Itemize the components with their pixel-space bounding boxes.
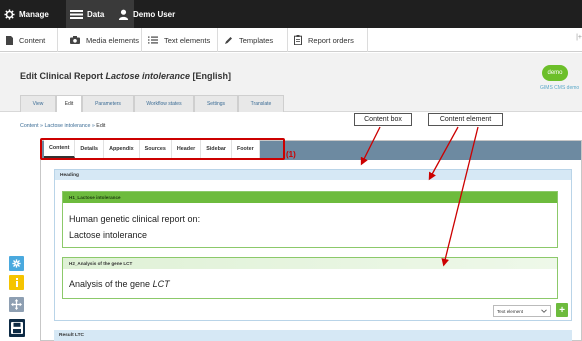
element-label: H2_Analysis of the gene LCT <box>63 258 557 269</box>
title-prefix: Edit Clinical Report <box>20 71 106 81</box>
tab-view[interactable]: View <box>20 95 56 112</box>
nav-text-elements[interactable]: Text elements <box>142 28 218 52</box>
move-icon <box>11 299 22 310</box>
toolbar-move-button[interactable] <box>9 297 24 312</box>
toolbar-save-button[interactable] <box>9 319 25 337</box>
toolbar-info-button[interactable] <box>9 275 24 290</box>
tab-edit[interactable]: Edit <box>56 95 82 112</box>
page-title: Edit Clinical Report Lactose intolerance… <box>20 71 231 81</box>
page-header: Edit Clinical Report Lactose intolerance… <box>0 53 582 112</box>
tabs-highlight-frame <box>40 138 285 160</box>
breadcrumb-root[interactable]: Content <box>20 123 39 129</box>
tab-settings[interactable]: Settings <box>194 95 238 112</box>
breadcrumb-item[interactable]: Lactose intolerance <box>44 123 90 129</box>
data-label: Data <box>87 9 105 19</box>
user-label: Demo User <box>133 9 176 19</box>
callout-content-box: Content box <box>354 113 412 126</box>
element-gene-name: LCT <box>152 279 170 289</box>
list-icon <box>148 36 158 44</box>
document-icon <box>6 35 13 45</box>
title-language: [English] <box>190 71 232 81</box>
add-element-button[interactable]: + <box>556 303 568 317</box>
nav-text-label: Text elements <box>164 35 211 45</box>
info-icon <box>15 278 18 287</box>
callout-content-element: Content element <box>428 113 503 126</box>
nav-reports-label: Report orders <box>308 35 354 45</box>
toolbar-settings-button[interactable] <box>9 256 24 271</box>
chevron-down-icon <box>541 309 547 313</box>
title-report-name: Lactose intolerance <box>105 71 191 81</box>
demo-logo: demo <box>542 65 568 81</box>
tab-parameters[interactable]: Parameters <box>82 95 134 112</box>
annotation-marker: (1) <box>286 150 296 159</box>
element-type-value: Text element <box>497 308 524 314</box>
gear-icon <box>4 8 15 20</box>
breadcrumb: Content » Lactose intolerance » Edit <box>20 123 105 129</box>
result-box-heading: Result LTC <box>54 330 572 341</box>
user-icon <box>118 9 129 20</box>
nav-content[interactable]: Content <box>0 28 58 52</box>
nav-overflow-indicator[interactable]: |+ <box>576 34 582 41</box>
manage-menu[interactable]: Manage <box>4 0 49 28</box>
tab-translate[interactable]: Translate <box>238 95 284 112</box>
nav-templates[interactable]: Templates <box>218 28 288 52</box>
nav-media-elements[interactable]: Media elements <box>58 28 142 52</box>
element-text-line: Lactose intolerance <box>69 230 148 240</box>
element-text-line: Analysis of the gene LCT <box>69 279 170 289</box>
manage-label: Manage <box>19 9 49 19</box>
content-box-heading: Heading <box>55 170 571 180</box>
pen-icon <box>225 36 232 44</box>
breadcrumb-current: Edit <box>96 123 106 129</box>
element-text-prefix: Analysis of the gene <box>69 279 153 289</box>
nav-content-label: Content <box>19 35 46 45</box>
gear-icon <box>12 259 21 268</box>
element-text-line: Human genetic clinical report on: <box>69 214 201 224</box>
demo-caption: GIMS CMS demo <box>540 85 580 91</box>
element-type-select[interactable]: Text element <box>493 305 551 317</box>
content-element-h2[interactable]: H2_Analysis of the gene LCT Analysis of … <box>62 257 558 299</box>
secondary-nav: Content Media elements Text elements Tem… <box>0 28 582 52</box>
element-label: H1_Lactose intolerance <box>63 192 557 203</box>
clipboard-icon <box>294 35 302 45</box>
tab-workflow-states[interactable]: Workflow states <box>134 95 194 112</box>
camera-icon <box>70 36 80 44</box>
top-bar: Manage Data Demo User <box>0 0 582 28</box>
nav-report-orders[interactable]: Report orders <box>288 28 368 52</box>
menu-icon <box>70 9 83 19</box>
nav-media-label: Media elements <box>86 35 139 45</box>
save-icon <box>11 322 23 334</box>
user-menu[interactable]: Demo User <box>118 0 175 28</box>
nav-templates-label: Templates <box>239 35 274 45</box>
content-element-h1[interactable]: H1_Lactose intolerance Human genetic cli… <box>62 191 558 248</box>
